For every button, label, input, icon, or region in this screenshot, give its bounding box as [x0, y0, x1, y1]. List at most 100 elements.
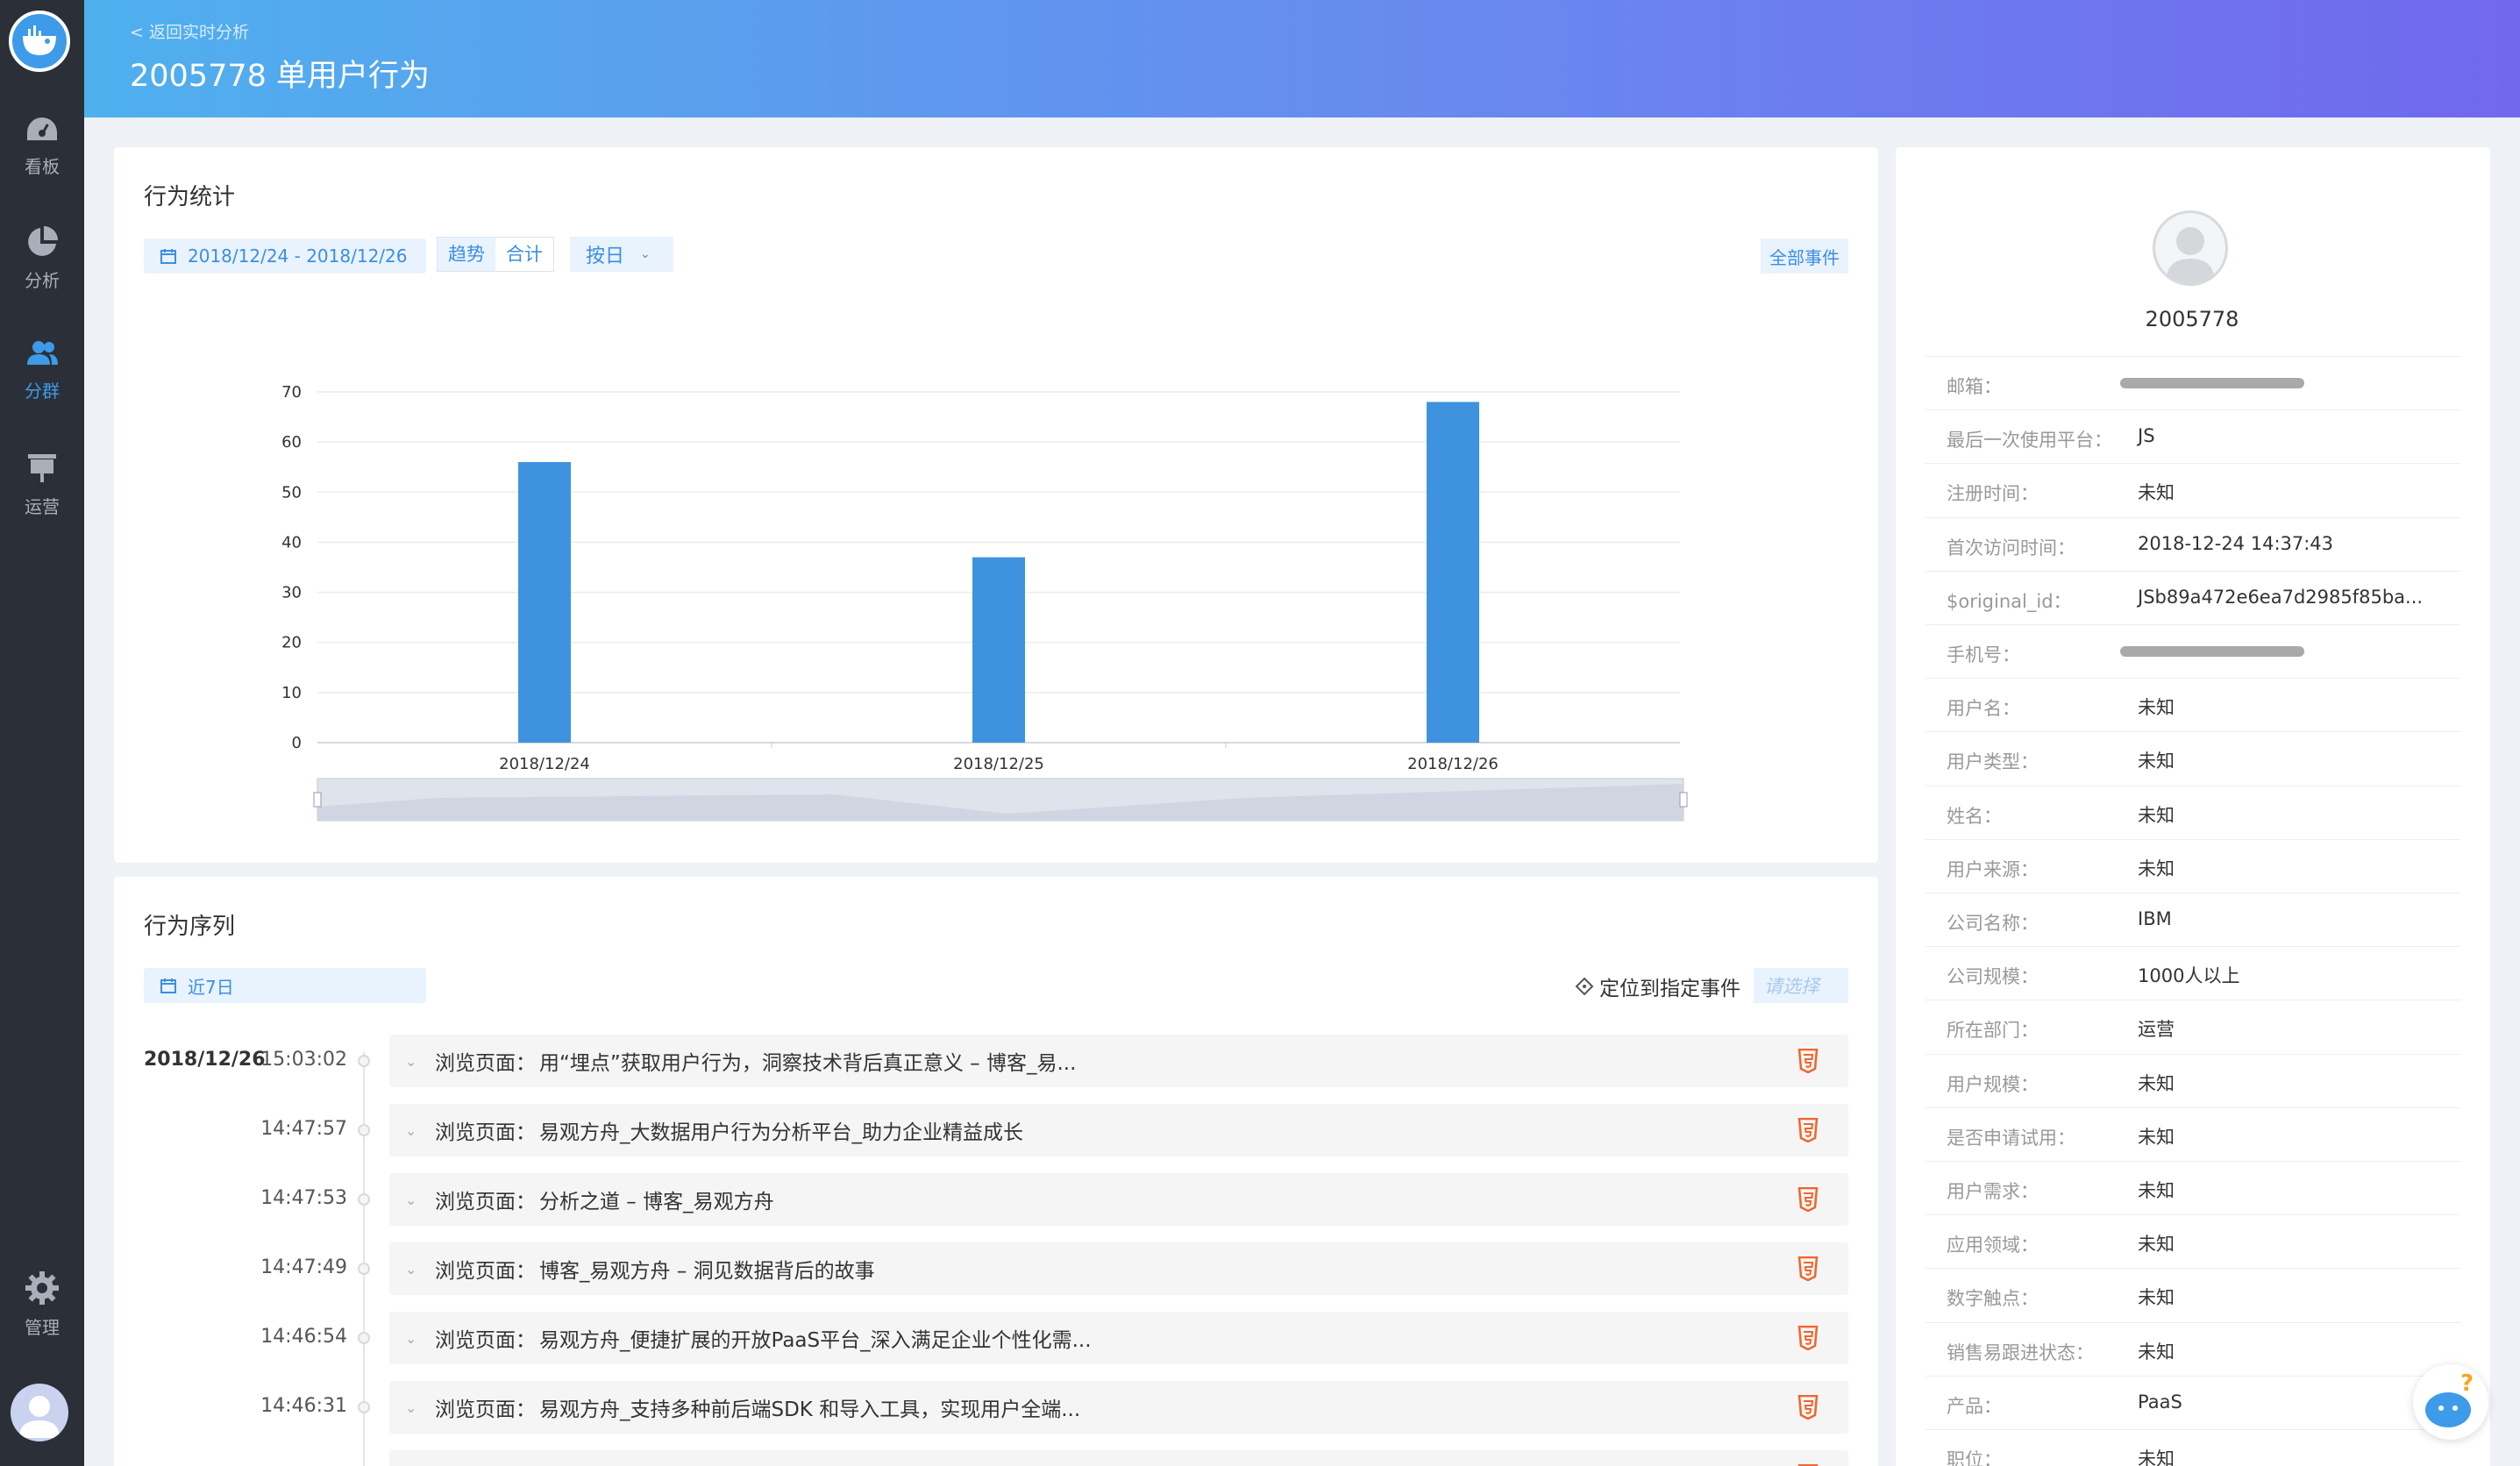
page-header: < 返回实时分析 2005778 单用户行为 — [84, 0, 2520, 117]
profile-field-value: 未知 — [2138, 1072, 2175, 1094]
redacted-value — [2120, 378, 2304, 388]
nav-admin-label: 管理 — [25, 1317, 60, 1338]
profile-field-row: 邮箱： — [1926, 356, 2460, 409]
profile-field-key: 产品： — [1947, 1395, 2002, 1417]
profile-field-key: 注册时间： — [1947, 483, 2039, 505]
chevron-down-icon[interactable]: ⌄ — [405, 1261, 430, 1277]
nav-operations[interactable]: 运营 — [0, 451, 84, 518]
x-tick-label: 2018/12/26 — [1407, 755, 1498, 773]
calendar-icon — [160, 979, 176, 993]
profile-field-row: $original_id： JSb89a472e6ea7d2985f85ba... — [1926, 570, 2460, 624]
profile-field-value: 未知 — [2138, 1180, 2175, 1201]
y-tick-label: 40 — [281, 533, 302, 552]
trend-toggle[interactable]: 趋势 — [438, 238, 495, 271]
profile-user-id: 2005778 — [2145, 307, 2239, 331]
profile-field-row: 最后一次使用平台： JS — [1926, 409, 2460, 463]
data-zoom-slider[interactable] — [313, 778, 1688, 822]
nav-dashboard[interactable]: 看板 — [0, 114, 84, 178]
profile-field-value: JS — [2138, 425, 2155, 447]
event-row[interactable]: ⌄浏览页面：易观方舟_便捷扩展的开放PaaS平台_深入满足企业个性化需... — [389, 1312, 1848, 1364]
profile-field-key: 公司规模： — [1947, 966, 2039, 988]
html5-icon — [1797, 1118, 1819, 1142]
back-link[interactable]: < 返回实时分析 — [130, 19, 249, 43]
timeline-dot — [358, 1055, 370, 1067]
profile-field-row: 用户类型： 未知 — [1926, 731, 2460, 785]
event-row[interactable]: ⌄ 浏览页面： 用“埋点”获取用户行为，洞察技术背后真正意义 – 博客_易... — [389, 1035, 1848, 1087]
total-toggle[interactable]: 合计 — [495, 238, 553, 271]
profile-field-value: 未知 — [2138, 1287, 2175, 1309]
chart-bars — [518, 402, 1479, 743]
y-tick-label: 30 — [281, 584, 302, 602]
profile-field-row: 产品： PaaS — [1926, 1375, 2460, 1429]
event-row[interactable]: ⌄浏览页面：易观方舟_便捷扩展的开放PaaS平台_深入满足企业个性化需... — [389, 1450, 1848, 1466]
profile-field-key: 数字触点： — [1947, 1288, 2039, 1310]
app-logo[interactable] — [9, 11, 70, 72]
nav-analysis[interactable]: 分析 — [0, 224, 84, 292]
event-row[interactable]: ⌄ 浏览页面： 博客_易观方舟 – 洞见数据背后的故事 — [389, 1242, 1848, 1295]
locate-label: 定位到指定事件 — [1599, 978, 1741, 1000]
user-avatar[interactable] — [11, 1384, 68, 1441]
profile-field-row: 用户来源： 未知 — [1926, 838, 2460, 893]
event-time: 14:47:49 — [260, 1256, 347, 1278]
chevron-down-icon: ⌄ — [640, 247, 651, 261]
html5-icon — [1797, 1256, 1819, 1281]
dashboard-icon — [27, 117, 57, 140]
event-label: 浏览页面： — [435, 1462, 536, 1466]
event-row[interactable]: ⌄ 浏览页面： 分析之道 – 博客_易观方舟 — [389, 1173, 1848, 1226]
chart-mode-toggle: 趋势 合计 — [437, 237, 554, 272]
event-label: 浏览页面： — [435, 1121, 536, 1144]
y-tick-label: 0 — [292, 734, 302, 752]
event-text: 易观方舟_大数据用户行为分析平台_助力企业精益成长 — [539, 1121, 1023, 1144]
profile-field-row: 注册时间： 未知 — [1926, 463, 2460, 516]
bar-chart: 010203040506070 2018/12/24 2018/12/25 2018… — [281, 383, 1688, 822]
event-time: 14:46:54 — [260, 1326, 347, 1348]
event-row[interactable]: ⌄ 浏览页面： 易观方舟_支持多种前后端SDK 和导入工具，实现用户全端... — [389, 1381, 1848, 1434]
event-time: 14:47:57 — [260, 1118, 347, 1140]
help-assistant-button[interactable]: ? — [2413, 1364, 2488, 1440]
profile-field-row: 职位： 未知 — [1926, 1429, 2460, 1466]
timeline-dot — [358, 1124, 370, 1136]
chevron-down-icon[interactable]: ⌄ — [405, 1399, 430, 1416]
html5-icon — [1797, 1326, 1819, 1350]
presentation-icon — [28, 454, 56, 482]
profile-field-value: 未知 — [2138, 751, 2175, 772]
event-select[interactable]: 请选择 — [1754, 968, 1848, 1003]
timeline-dot — [358, 1401, 370, 1413]
event-label: 浏览页面： — [435, 1398, 536, 1421]
zoom-handle-right[interactable] — [1679, 792, 1688, 808]
event-text: 博客_易观方舟 – 洞见数据背后的故事 — [539, 1260, 875, 1283]
profile-field-key: 用户名： — [1947, 698, 2020, 720]
profile-field-value: 未知 — [2138, 1448, 2175, 1466]
stats-date-picker[interactable]: 2018/12/24 - 2018/12/26 — [144, 238, 426, 274]
profile-field-value: IBM — [2138, 908, 2172, 929]
redacted-value — [2120, 646, 2304, 657]
chevron-down-icon[interactable]: ⌄ — [405, 1053, 430, 1070]
html5-icon — [1797, 1395, 1819, 1420]
profile-field-key: 用户来源： — [1947, 858, 2039, 880]
sequence-date-picker[interactable]: 近7日 — [144, 968, 426, 1003]
all-events-button[interactable]: 全部事件 — [1761, 238, 1848, 274]
profile-field-row: 是否申请试用： 未知 — [1926, 1107, 2460, 1161]
bar[interactable] — [518, 462, 571, 743]
profile-field-key: 公司名称： — [1947, 913, 2039, 934]
profile-field-row: 首次访问时间： 2018-12-24 14:37:43 — [1926, 516, 2460, 571]
bar[interactable] — [972, 557, 1025, 743]
granularity-select[interactable]: 按日 ⌄ — [570, 237, 673, 272]
html5-icon — [1797, 1187, 1819, 1212]
nav-segments[interactable]: 分群 — [0, 338, 84, 402]
x-axis-ticks: 2018/12/24 2018/12/25 2018/12/26 — [499, 743, 1498, 773]
profile-field-key: 用户需求： — [1947, 1181, 2039, 1202]
bar[interactable] — [1427, 402, 1479, 743]
chevron-down-icon[interactable]: ⌄ — [405, 1330, 430, 1347]
y-tick-label: 70 — [281, 383, 302, 402]
event-row[interactable]: ⌄ 浏览页面： 易观方舟_大数据用户行为分析平台_助力企业精益成长 — [389, 1104, 1848, 1156]
sidebar: 看板 分析 分群 运营 管理 — [0, 0, 84, 1466]
profile-field-key: 所在部门： — [1947, 1020, 2039, 1042]
profile-field-key: 邮箱： — [1947, 376, 2002, 397]
nav-admin[interactable]: 管理 — [0, 1270, 84, 1339]
zoom-handle-left[interactable] — [313, 792, 322, 808]
target-icon — [1575, 977, 1594, 996]
chevron-down-icon[interactable]: ⌄ — [405, 1192, 430, 1208]
chevron-down-icon[interactable]: ⌄ — [405, 1122, 430, 1139]
pie-chart-icon — [28, 226, 58, 256]
